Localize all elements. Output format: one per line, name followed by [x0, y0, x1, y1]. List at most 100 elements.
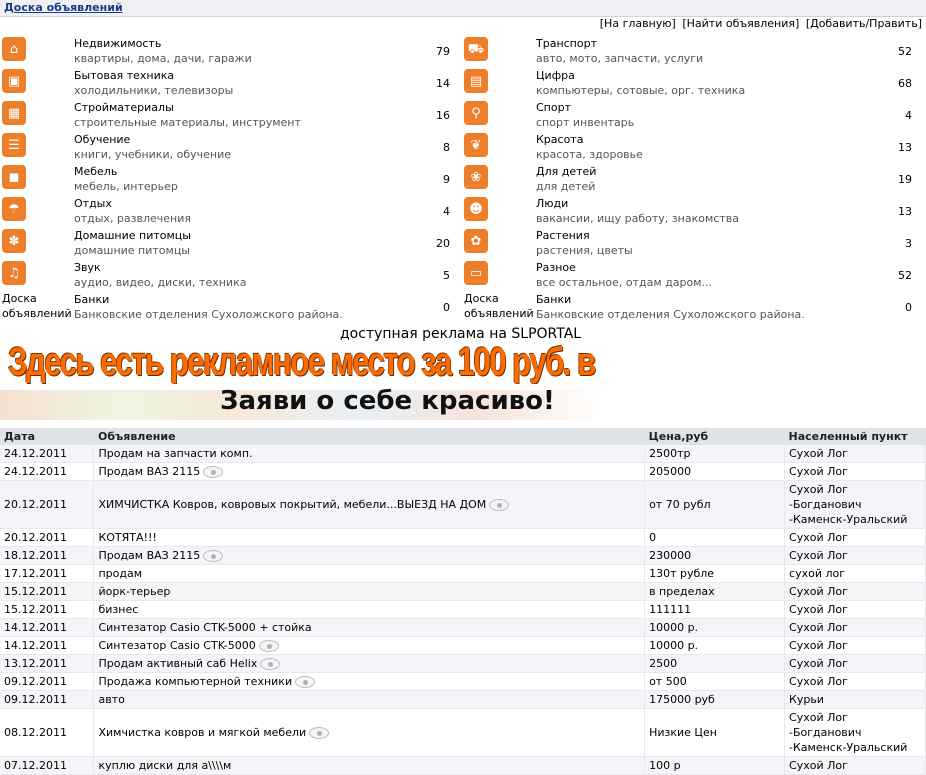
appliance-icon[interactable]: ▣: [2, 69, 26, 93]
ad-title-link[interactable]: авто: [98, 693, 124, 706]
col-price-header[interactable]: Цена,руб: [644, 428, 785, 445]
eye-icon[interactable]: [203, 550, 224, 562]
category-title[interactable]: Стройматериалы: [74, 101, 174, 114]
eye-icon[interactable]: [295, 676, 316, 688]
eye-icon[interactable]: [309, 727, 330, 739]
board-label[interactable]: Доска объявлений: [464, 291, 534, 321]
ad-title-link[interactable]: йорк-терьер: [98, 585, 170, 598]
paw-icon[interactable]: ✽: [2, 229, 26, 253]
house-icon[interactable]: ⌂: [2, 37, 26, 61]
ad-title-link[interactable]: Продам ВАЗ 2115: [98, 549, 200, 562]
ad-title-cell[interactable]: Продам ВАЗ 2115: [93, 546, 646, 565]
col-place-header[interactable]: Населенный пункт: [784, 428, 926, 445]
nav-home-link[interactable]: [На главную]: [600, 17, 676, 30]
ad-title-link[interactable]: Синтезатор Casio CTK-5000 + стойка: [98, 621, 311, 634]
ad-title-cell[interactable]: КОТЯТА!!!: [93, 528, 646, 547]
category-item[interactable]: Доска объявлений Банки Банковские отделени…: [462, 292, 924, 324]
ad-title-cell[interactable]: Химчистка ковров и мягкой мебели: [93, 708, 646, 757]
ad-title-cell[interactable]: Продажа компьютерной техники: [93, 672, 646, 691]
table-row[interactable]: 15.12.2011 бизнес 111111 Сухой Лог: [0, 600, 926, 619]
ad-title-link[interactable]: КОТЯТА!!!: [98, 531, 156, 544]
category-title[interactable]: Бытовая техника: [74, 69, 174, 82]
category-item[interactable]: ⚲ Спорт спорт инвентарь 4: [462, 100, 924, 132]
category-item[interactable]: ☰ Обучение книги, учебники, обучение 8: [0, 132, 462, 164]
eye-icon[interactable]: [258, 640, 279, 652]
furniture-icon[interactable]: ◼: [2, 165, 26, 189]
category-title[interactable]: Для детей: [536, 165, 596, 178]
car-icon[interactable]: ⛟: [464, 37, 488, 61]
plant-icon[interactable]: ✿: [464, 229, 488, 253]
category-title[interactable]: Отдых: [74, 197, 112, 210]
ad-title-cell[interactable]: куплю диски для а\\\\м: [93, 756, 646, 775]
nav-add-link[interactable]: [Добавить/Править]: [806, 17, 922, 30]
bicycle-icon[interactable]: ⚲: [464, 101, 488, 125]
ad-banner[interactable]: Здесь есть рекламное место за 100 руб. в…: [0, 340, 600, 425]
ad-title-cell[interactable]: ХИМЧИСТКА Ковров, ковровых покрытий, меб…: [93, 480, 646, 529]
table-row[interactable]: 13.12.2011 Продам активный саб Helix 2500 С…: [0, 654, 926, 673]
ad-title-cell[interactable]: Синтезатор Casio CTK-5000 + стойка: [93, 618, 646, 637]
misc-icon[interactable]: ▭: [464, 261, 488, 285]
category-item[interactable]: ▣ Бытовая техника холодильники, телевизоры…: [0, 68, 462, 100]
eye-icon[interactable]: [260, 658, 281, 670]
books-icon[interactable]: ☰: [2, 133, 26, 157]
category-item[interactable]: ⛟ Транспорт авто, мото, запчасти, услуги 52: [462, 36, 924, 68]
category-title[interactable]: Домашние питомцы: [74, 229, 191, 242]
category-title[interactable]: Красота: [536, 133, 583, 146]
col-date-header[interactable]: Дата: [0, 428, 94, 445]
category-item[interactable]: ✿ Растения растения, цветы 3: [462, 228, 924, 260]
table-row[interactable]: 09.12.2011 авто 175000 руб Курьи: [0, 690, 926, 709]
category-item[interactable]: ◼ Мебель мебель, интерьер 9: [0, 164, 462, 196]
ad-title-link[interactable]: Продам на запчасти комп.: [98, 447, 252, 460]
category-title[interactable]: Цифра: [536, 69, 575, 82]
table-row[interactable]: 20.12.2011 ХИМЧИСТКА Ковров, ковровых пок…: [0, 480, 926, 529]
umbrella-icon[interactable]: ☂: [2, 197, 26, 221]
ad-title-link[interactable]: ХИМЧИСТКА Ковров, ковровых покрытий, меб…: [98, 498, 486, 511]
ad-title-cell[interactable]: Продам активный саб Helix: [93, 654, 646, 673]
teddy-bear-icon[interactable]: ❀: [464, 165, 488, 189]
category-item[interactable]: Доска объявлений Банки Банковские отделени…: [0, 292, 462, 324]
ad-title-link[interactable]: продам: [98, 567, 142, 580]
table-row[interactable]: 15.12.2011 йорк-терьер в пределах Сухой Лог: [0, 582, 926, 601]
ad-title-link[interactable]: Продам активный саб Helix: [98, 657, 257, 670]
table-row[interactable]: 14.12.2011 Синтезатор Casio CTK-5000 + ст…: [0, 618, 926, 637]
table-row[interactable]: 20.12.2011 КОТЯТА!!! 0 Сухой Лог: [0, 528, 926, 547]
category-title[interactable]: Разное: [536, 261, 576, 274]
people-icon[interactable]: ☻: [464, 197, 488, 221]
table-row[interactable]: 14.12.2011 Синтезатор Casio CTK-5000 10000…: [0, 636, 926, 655]
category-title[interactable]: Растения: [536, 229, 590, 242]
table-row[interactable]: 07.12.2011 куплю диски для а\\\\м 100 р Сух…: [0, 756, 926, 775]
ad-title-cell[interactable]: авто: [93, 690, 646, 709]
table-row[interactable]: 24.12.2011 Продам ВАЗ 2115 205000 Сухой Лог: [0, 462, 926, 481]
ad-title-cell[interactable]: йорк-терьер: [93, 582, 646, 601]
lips-icon[interactable]: ❦: [464, 133, 488, 157]
category-item[interactable]: ▤ Цифра компьютеры, сотовые, орг. техника 6…: [462, 68, 924, 100]
ad-title-cell[interactable]: Продам ВАЗ 2115: [93, 462, 646, 481]
category-title[interactable]: Мебель: [74, 165, 117, 178]
category-title[interactable]: Обучение: [74, 133, 130, 146]
ad-title-cell[interactable]: Синтезатор Casio CTK-5000: [93, 636, 646, 655]
col-title-header[interactable]: Объявление: [93, 428, 645, 445]
category-item[interactable]: ☻ Люди вакансии, ищу работу, знакомства 13: [462, 196, 924, 228]
category-item[interactable]: ✽ Домашние питомцы домашние питомцы 20: [0, 228, 462, 260]
bricks-icon[interactable]: ▦: [2, 101, 26, 125]
table-row[interactable]: 09.12.2011 Продажа компьютерной техники от…: [0, 672, 926, 691]
category-title[interactable]: Транспорт: [536, 37, 597, 50]
category-title[interactable]: Недвижимость: [74, 37, 161, 50]
category-item[interactable]: ⌂ Недвижимость квартиры, дома, дачи, гараж…: [0, 36, 462, 68]
ad-title-link[interactable]: Химчистка ковров и мягкой мебели: [98, 726, 306, 739]
ad-title-link[interactable]: Продам ВАЗ 2115: [98, 465, 200, 478]
board-title-link[interactable]: Доска объявлений: [4, 1, 123, 14]
category-title[interactable]: Банки: [74, 293, 109, 306]
category-title[interactable]: Спорт: [536, 101, 571, 114]
category-item[interactable]: ☂ Отдых отдых, развлечения 4: [0, 196, 462, 228]
category-title[interactable]: Люди: [536, 197, 568, 210]
ad-title-cell[interactable]: бизнес: [93, 600, 646, 619]
ad-title-link[interactable]: Продажа компьютерной техники: [98, 675, 292, 688]
eye-icon[interactable]: [489, 499, 510, 511]
sound-icon[interactable]: ♫: [2, 261, 26, 285]
category-title[interactable]: Банки: [536, 293, 571, 306]
category-item[interactable]: ♫ Звук аудио, видео, диски, техника 5: [0, 260, 462, 292]
category-item[interactable]: ❦ Красота красота, здоровье 13: [462, 132, 924, 164]
category-item[interactable]: ❀ Для детей для детей 19: [462, 164, 924, 196]
table-row[interactable]: 08.12.2011 Химчистка ковров и мягкой мебе…: [0, 708, 926, 757]
